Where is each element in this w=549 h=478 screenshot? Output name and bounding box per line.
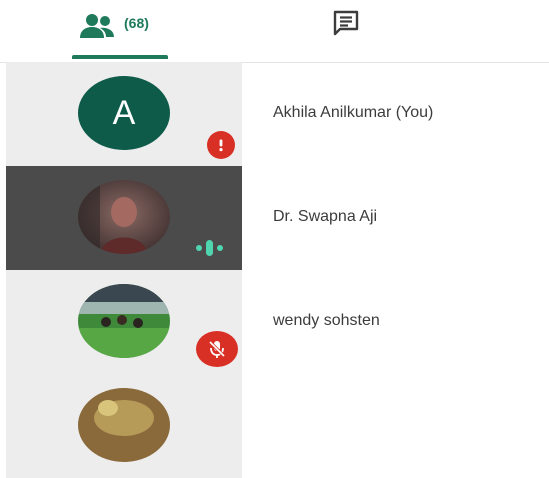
chat-icon [333, 10, 359, 36]
speaking-icon [193, 234, 233, 262]
avatar [78, 180, 170, 254]
participant-count: (68) [124, 15, 149, 31]
participant-row[interactable]: A Akhila Anilkumar (You) [0, 62, 549, 166]
participant-name: wendy sohsten [273, 312, 380, 329]
tab-bar: (68) [0, 0, 549, 63]
mic-off-icon [196, 331, 238, 367]
participant-list: A Akhila Anilkumar (You) Dr. Swapna Aji … [0, 62, 549, 478]
participant-tile [6, 166, 242, 270]
participant-name: Akhila Anilkumar (You) [273, 104, 434, 121]
people-icon [80, 14, 114, 38]
avatar: A [78, 76, 170, 150]
avatar [78, 284, 170, 358]
tab-people[interactable]: (68) [72, 0, 168, 62]
participant-tile [6, 270, 242, 374]
participant-tile [6, 374, 242, 478]
active-tab-indicator [72, 55, 168, 59]
alert-icon [207, 131, 235, 159]
participant-row[interactable]: Dr. Swapna Aji [0, 166, 549, 270]
avatar [78, 388, 170, 462]
participant-tile: A [6, 62, 242, 166]
participant-row[interactable] [0, 374, 549, 478]
participant-name: Dr. Swapna Aji [273, 208, 378, 225]
participant-row[interactable]: wendy sohsten [0, 270, 549, 374]
tab-chat[interactable] [322, 0, 370, 62]
